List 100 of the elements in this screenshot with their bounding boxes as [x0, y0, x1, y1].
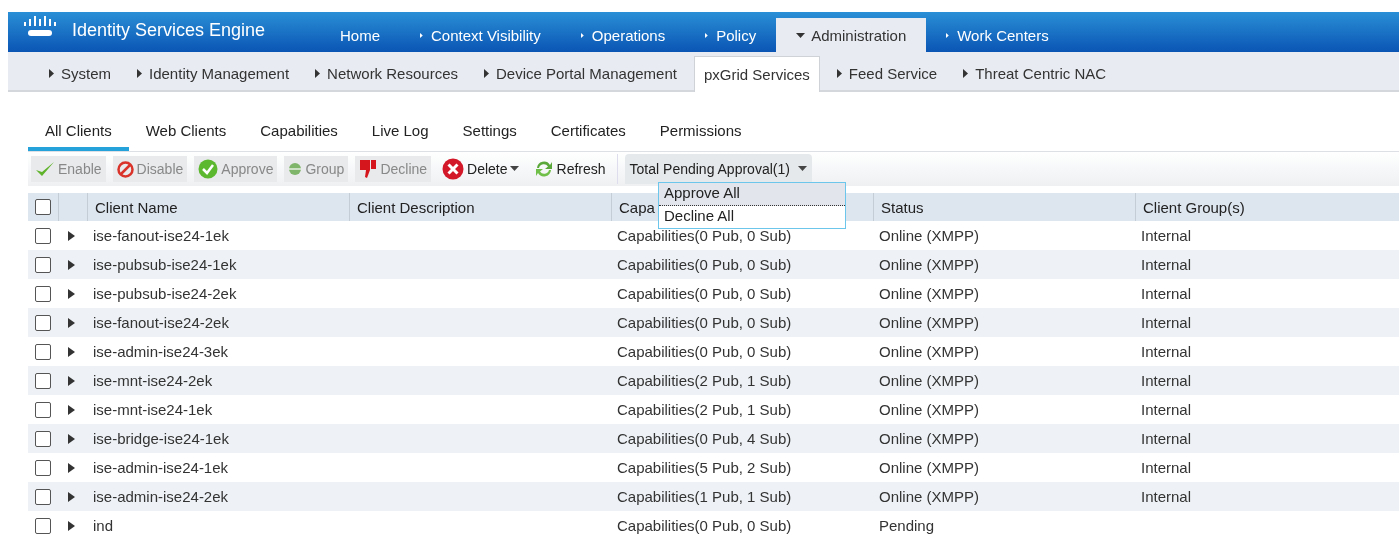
- table-cell: Online (XMPP): [879, 256, 980, 273]
- table-cell: Capabilities(0 Pub, 0 Sub): [617, 517, 792, 534]
- tab[interactable]: Web Clients: [128, 122, 244, 151]
- table-cell: Online (XMPP): [879, 285, 980, 302]
- table-cell: Capabilities(0 Pub, 0 Sub): [617, 343, 792, 360]
- expand-icon[interactable]: [68, 404, 76, 415]
- table-cell: ise-admin-ise24-3ek: [93, 343, 229, 360]
- table-cell: Online (XMPP): [879, 227, 980, 244]
- main-menu-tab[interactable]: Context Visibility: [400, 18, 561, 52]
- table-cell: ind: [93, 517, 114, 534]
- table-cell: Internal: [1141, 343, 1192, 360]
- table-cell: Capabilities(1 Pub, 1 Sub): [617, 488, 792, 505]
- table-cell: ise-pubsub-ise24-2ek: [93, 285, 237, 302]
- table-cell: Internal: [1141, 459, 1192, 476]
- checkbox[interactable]: [35, 343, 51, 360]
- table-cell: Online (XMPP): [879, 401, 980, 418]
- table-cell: Capabilities(2 Pub, 1 Sub): [617, 372, 792, 389]
- sub-menu-tab[interactable]: Network Resources: [306, 56, 467, 90]
- tab[interactable]: Live Log: [354, 122, 446, 151]
- expand-icon[interactable]: [68, 230, 76, 241]
- toolbar-button[interactable]: Delete: [438, 156, 523, 182]
- tab[interactable]: Capabilities: [243, 122, 355, 151]
- table-cell: Internal: [1141, 372, 1192, 389]
- expand-icon[interactable]: [68, 462, 76, 473]
- main-menu-tab[interactable]: Administration: [776, 18, 927, 52]
- column-header: Client Group(s): [1143, 198, 1245, 216]
- checkbox[interactable]: [35, 256, 51, 273]
- table-cell: ise-bridge-ise24-1ek: [93, 430, 229, 447]
- expand-icon[interactable]: [68, 317, 76, 328]
- logo-icon: [22, 16, 58, 38]
- main-menu-tab[interactable]: Policy: [685, 18, 777, 52]
- expand-icon[interactable]: [68, 433, 76, 444]
- checkbox[interactable]: [35, 517, 51, 534]
- column-header: Status: [881, 198, 924, 216]
- table-cell: ise-pubsub-ise24-1ek: [93, 256, 237, 273]
- prohibited-icon: [116, 160, 134, 178]
- menu-item[interactable]: Decline All: [659, 206, 845, 228]
- main-menu-tab[interactable]: Home: [320, 18, 400, 52]
- tab[interactable]: Settings: [445, 122, 534, 151]
- table-cell: Capabilities(0 Pub, 0 Sub): [617, 227, 792, 244]
- sub-menu-tab[interactable]: Identity Management: [128, 56, 299, 90]
- table-cell: Internal: [1141, 314, 1192, 331]
- checkbox[interactable]: [35, 227, 51, 244]
- table-cell: ise-fanout-ise24-2ek: [93, 314, 229, 331]
- checkbox[interactable]: [35, 372, 51, 389]
- expand-icon[interactable]: [68, 259, 76, 270]
- delete-icon: [442, 158, 465, 180]
- tab[interactable]: Certificates: [533, 122, 643, 151]
- column-header: Capa: [619, 198, 655, 216]
- check-circle-icon: [198, 159, 219, 179]
- checkbox[interactable]: [35, 488, 51, 505]
- table-cell: Internal: [1141, 430, 1192, 447]
- table-cell: Internal: [1141, 488, 1192, 505]
- check-icon: [35, 161, 55, 177]
- toolbar-button[interactable]: Refresh: [529, 156, 610, 182]
- table-cell: ise-admin-ise24-1ek: [93, 459, 229, 476]
- table-cell: Capabilities(5 Pub, 2 Sub): [617, 459, 792, 476]
- sub-menu-tab[interactable]: System: [40, 56, 120, 90]
- column-header: Client Description: [357, 198, 475, 216]
- table-cell: ise-fanout-ise24-1ek: [93, 227, 229, 244]
- menu-item[interactable]: Approve All: [659, 183, 845, 206]
- table-cell: Online (XMPP): [879, 314, 980, 331]
- checkbox[interactable]: [35, 314, 51, 331]
- tab[interactable]: Permissions: [642, 122, 759, 151]
- table-cell: Online (XMPP): [879, 430, 980, 447]
- sub-menu-tab[interactable]: Threat Centric NAC: [954, 56, 1116, 90]
- column-header: Client Name: [95, 198, 178, 216]
- main-menu-tab[interactable]: Operations: [560, 18, 686, 52]
- expand-icon[interactable]: [68, 375, 76, 386]
- expand-icon[interactable]: [68, 288, 76, 299]
- table-cell: Internal: [1141, 285, 1192, 302]
- checkbox[interactable]: [35, 459, 51, 476]
- main-menu-tab[interactable]: Work Centers: [926, 18, 1069, 52]
- sub-menu-tab[interactable]: Device Portal Management: [475, 56, 686, 90]
- table-cell: Online (XMPP): [879, 488, 980, 505]
- sub-menu-tab[interactable]: Feed Service: [827, 56, 947, 90]
- table-cell: Capabilities(2 Pub, 1 Sub): [617, 401, 792, 418]
- checkbox[interactable]: [35, 285, 51, 302]
- table-cell: Internal: [1141, 256, 1192, 273]
- checkbox[interactable]: [35, 199, 51, 215]
- sub-menu-tab[interactable]: pxGrid Services: [693, 56, 820, 92]
- checkbox[interactable]: [35, 430, 51, 447]
- expand-icon[interactable]: [68, 346, 76, 357]
- pending-approval-dropdown[interactable]: Total Pending Approval(1): [624, 154, 812, 184]
- table-cell: ise-mnt-ise24-1ek: [93, 401, 213, 418]
- expand-icon[interactable]: [68, 520, 76, 531]
- checkbox[interactable]: [35, 401, 51, 418]
- table-cell: Internal: [1141, 227, 1192, 244]
- table-cell: Capabilities(0 Pub, 0 Sub): [617, 314, 792, 331]
- table-cell: Internal: [1141, 401, 1192, 418]
- table-cell: Capabilities(0 Pub, 0 Sub): [617, 256, 792, 273]
- refresh-icon: [533, 159, 554, 179]
- table-cell: ise-admin-ise24-2ek: [93, 488, 229, 505]
- table-cell: Pending: [879, 517, 935, 534]
- table-cell: Capabilities(0 Pub, 0 Sub): [617, 285, 792, 302]
- table-cell: ise-mnt-ise24-2ek: [93, 372, 213, 389]
- expand-icon[interactable]: [68, 491, 76, 502]
- product-title: Identity Services Engine: [72, 19, 267, 41]
- table-cell: Online (XMPP): [879, 372, 980, 389]
- table-cell: Capabilities(0 Pub, 4 Sub): [617, 430, 792, 447]
